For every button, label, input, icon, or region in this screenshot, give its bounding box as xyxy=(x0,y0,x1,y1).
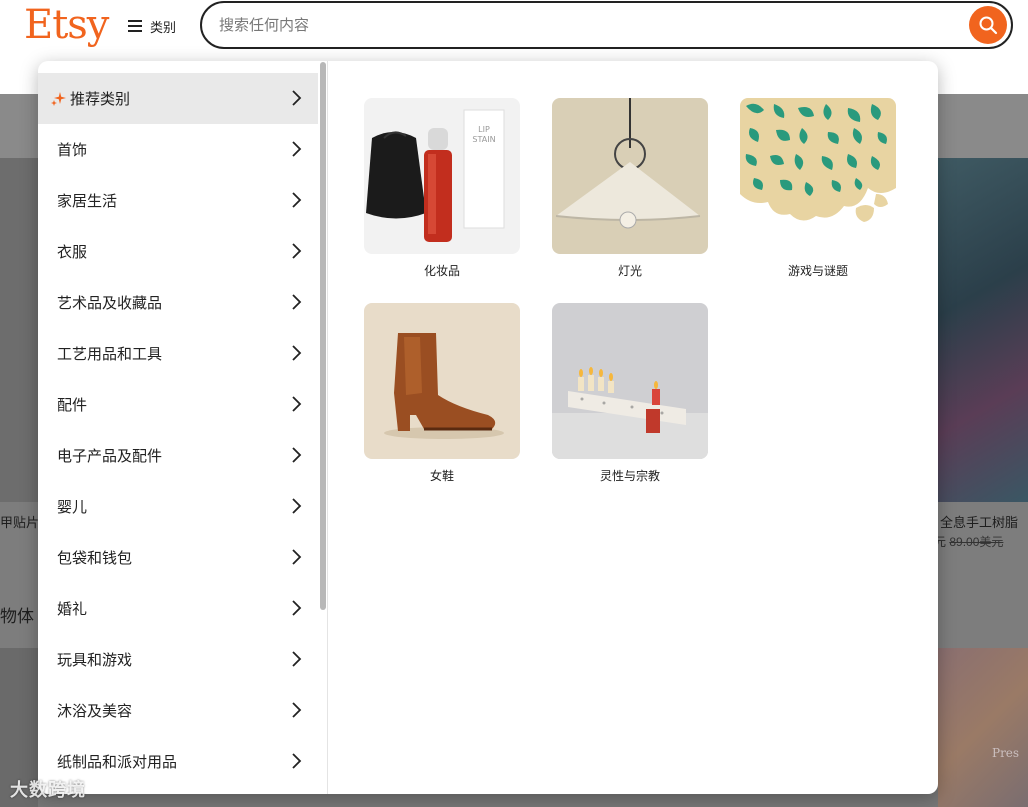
chevron-right-icon xyxy=(292,345,302,361)
category-label: 包袋和钱包 xyxy=(57,550,133,567)
category-item-toys-games[interactable]: 玩具和游戏 xyxy=(38,634,318,685)
featured-tile-label: 女鞋 xyxy=(429,469,454,483)
womens-shoes-image xyxy=(364,303,520,459)
category-label: 推荐类别 xyxy=(70,91,131,108)
search-icon xyxy=(979,16,998,35)
search-bar xyxy=(200,1,1013,49)
category-scrollbar[interactable] xyxy=(318,61,326,794)
background-product-image-left xyxy=(0,158,38,502)
panel-divider xyxy=(327,61,328,794)
category-label: 电子产品及配件 xyxy=(57,448,163,465)
category-label: 衣服 xyxy=(57,244,88,261)
featured-tile-womens-shoes[interactable]: 女鞋 xyxy=(364,303,520,484)
featured-tile-cosmetics[interactable]: LIP STAIN 化妆品 xyxy=(364,98,520,279)
category-item-jewelry[interactable]: 首饰 xyxy=(38,124,318,175)
scrollbar-thumb[interactable] xyxy=(320,62,326,610)
chevron-right-icon xyxy=(292,447,302,463)
background-product-price: 元 89.00美元 xyxy=(934,535,1004,549)
chevron-right-icon xyxy=(292,396,302,412)
chevron-right-icon xyxy=(292,498,302,514)
cosmetics-image: LIP STAIN xyxy=(364,98,520,254)
featured-tile-label: 灯光 xyxy=(617,264,642,278)
featured-tile-label: 灵性与宗教 xyxy=(599,469,660,483)
chevron-right-icon xyxy=(292,600,302,616)
chevron-right-icon xyxy=(292,243,302,259)
category-label: 玩具和游戏 xyxy=(57,652,133,669)
category-label: 纸制品和派对用品 xyxy=(57,754,178,771)
watermark: 大数跨境 xyxy=(10,780,86,800)
category-label: 沐浴及美容 xyxy=(57,703,133,720)
category-item-bath-beauty[interactable]: 沐浴及美容 xyxy=(38,685,318,736)
search-button[interactable] xyxy=(969,6,1007,44)
category-item-baby[interactable]: 婴儿 xyxy=(38,481,318,532)
categories-button[interactable]: 类别 xyxy=(128,14,176,38)
stain-box-line-1: LIP xyxy=(478,125,490,134)
category-label: 工艺用品和工具 xyxy=(57,346,163,363)
category-label: 首饰 xyxy=(57,142,88,159)
category-item-home-living[interactable]: 家居生活 xyxy=(38,175,318,226)
chevron-right-icon xyxy=(292,141,302,157)
etsy-logo[interactable]: Etsy xyxy=(24,2,109,48)
spirituality-image xyxy=(552,303,708,459)
background-section-heading: 物体 xyxy=(0,607,34,626)
category-item-electronics[interactable]: 电子产品及配件 xyxy=(38,430,318,481)
category-item-bags-purses[interactable]: 包袋和钱包 xyxy=(38,532,318,583)
lighting-image xyxy=(552,98,708,254)
category-item-accessories[interactable]: 配件 xyxy=(38,379,318,430)
featured-tile-label: 游戏与谜题 xyxy=(787,264,848,278)
chevron-right-icon xyxy=(292,294,302,310)
search-input[interactable] xyxy=(219,13,959,37)
category-label: 配件 xyxy=(57,397,88,414)
stain-box-line-2: STAIN xyxy=(472,135,495,144)
category-label: 婚礼 xyxy=(57,601,88,618)
category-item-clothing[interactable]: 衣服 xyxy=(38,226,318,277)
background-product-image-right xyxy=(938,158,1028,502)
category-item-art-collectibles[interactable]: 艺术品及收藏品 xyxy=(38,277,318,328)
category-label: 艺术品及收藏品 xyxy=(57,295,163,312)
chevron-right-icon xyxy=(292,702,302,718)
menu-icon xyxy=(128,20,142,32)
chevron-right-icon xyxy=(292,753,302,769)
chevron-right-icon xyxy=(292,651,302,667)
featured-tile-spirituality[interactable]: 灵性与宗教 xyxy=(552,303,708,484)
background-product-title-left: 甲贴片 xyxy=(0,515,40,530)
puzzles-image xyxy=(740,98,896,254)
featured-tile-label: 化妆品 xyxy=(423,264,460,278)
category-item-featured[interactable]: 推荐类别 xyxy=(38,73,318,124)
background-old-price: 89.00美元 xyxy=(949,535,1004,549)
chevron-right-icon xyxy=(292,90,302,106)
categories-button-label: 类别 xyxy=(150,19,177,35)
category-label: 婴儿 xyxy=(57,499,88,516)
category-item-craft-supplies[interactable]: 工艺用品和工具 xyxy=(38,328,318,379)
category-label: 家居生活 xyxy=(57,193,118,210)
background-product-title-right: 全息手工树脂 xyxy=(940,515,1019,530)
featured-tile-lighting[interactable]: 灯光 xyxy=(552,98,708,279)
category-item-weddings[interactable]: 婚礼 xyxy=(38,583,318,634)
background-product-image-right-2: Pres xyxy=(938,648,1028,807)
category-list: 推荐类别 首饰 家居生活 衣服 艺术品及收藏品 工艺用品和工具 配件 电子产品及… xyxy=(38,73,318,794)
sparkle-icon xyxy=(51,91,66,106)
categories-dropdown: 推荐类别 首饰 家居生活 衣服 艺术品及收藏品 工艺用品和工具 配件 电子产品及… xyxy=(38,61,938,794)
chevron-right-icon xyxy=(292,549,302,565)
featured-tile-games-puzzles[interactable]: 游戏与谜题 xyxy=(740,98,896,279)
chevron-right-icon xyxy=(292,192,302,208)
